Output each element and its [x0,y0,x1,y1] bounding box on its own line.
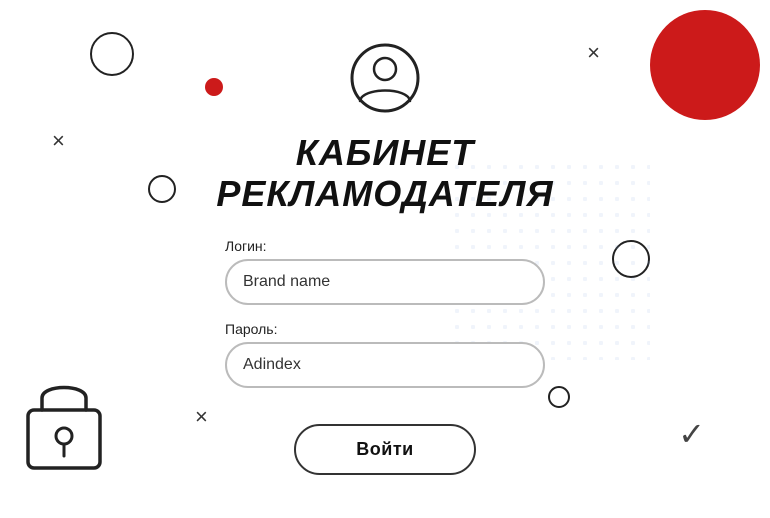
password-form-group: Пароль: [225,321,545,388]
lock-decoration [20,368,110,468]
password-label: Пароль: [225,321,545,337]
avatar-icon [350,43,420,132]
login-label: Логин: [225,238,545,254]
x-decoration-bl: × [195,406,208,428]
page-title: КАБИНЕТ РЕКЛАМОДАТЕЛЯ [216,132,553,215]
circle-decoration-ml [148,175,176,203]
password-input[interactable] [225,342,545,388]
main-content: КАБИНЕТ РЕКЛАМОДАТЕЛЯ Логин: Пароль: Вой… [216,43,553,476]
red-circle-decoration [650,10,760,120]
checkmark-decoration: ✓ [678,415,705,453]
x-decoration-tl: × [52,130,65,152]
login-form-group: Логин: [225,238,545,305]
login-button[interactable]: Войти [294,424,475,475]
login-input[interactable] [225,259,545,305]
circle-decoration-tl [90,32,134,76]
circle-decoration-mr [612,240,650,278]
x-decoration-tr: × [587,42,600,64]
page-container: × × × ✓ КАБИН [0,0,770,518]
